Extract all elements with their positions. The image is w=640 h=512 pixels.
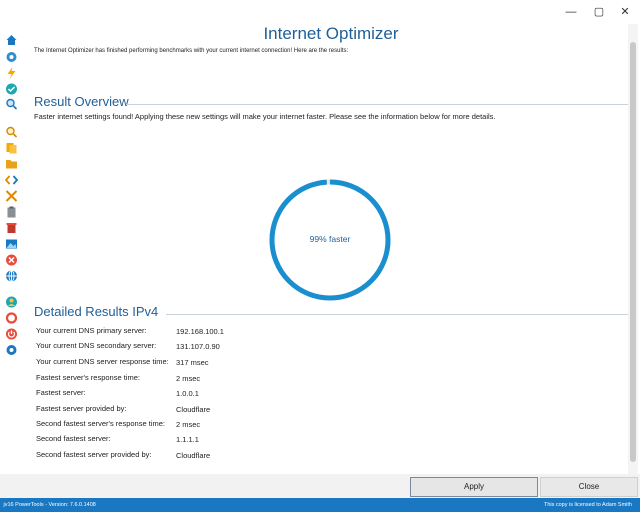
gauge-label: 99% faster bbox=[309, 234, 351, 244]
lifebuoy-icon[interactable] bbox=[5, 312, 18, 324]
close-button[interactable]: Close bbox=[540, 477, 638, 497]
main-content: Internet Optimizer The Internet Optimize… bbox=[26, 24, 636, 474]
globe-icon[interactable] bbox=[5, 270, 18, 282]
maximize-icon[interactable]: ▢ bbox=[588, 0, 610, 24]
power-icon[interactable] bbox=[5, 328, 18, 340]
detail-label: Fastest server's response time: bbox=[36, 373, 140, 382]
image-icon[interactable] bbox=[5, 238, 18, 250]
user-icon[interactable] bbox=[5, 296, 18, 308]
section-divider bbox=[166, 314, 636, 315]
detail-label: Fastest server provided by: bbox=[36, 404, 127, 413]
intro-text: The Internet Optimizer has finished perf… bbox=[34, 48, 349, 54]
detail-value: 2 msec bbox=[176, 374, 201, 383]
gear-icon[interactable] bbox=[5, 344, 18, 356]
delete-icon[interactable] bbox=[5, 222, 18, 234]
version-text: jv16 PowerTools - Version: 7.6.0.1408 bbox=[2, 502, 96, 508]
detail-value: Cloudflare bbox=[176, 451, 211, 460]
detail-label: Second fastest server's response time: bbox=[36, 419, 165, 428]
detail-value: 1.0.0.1 bbox=[176, 389, 199, 398]
detail-value: Cloudflare bbox=[176, 405, 211, 414]
sidebar bbox=[0, 24, 22, 498]
detail-value: 317 msec bbox=[176, 358, 209, 367]
folder-icon[interactable] bbox=[5, 158, 18, 170]
license-text: This copy is licensed to Adam Smith bbox=[543, 502, 632, 508]
documents-icon[interactable] bbox=[5, 142, 18, 154]
home-icon[interactable] bbox=[5, 34, 18, 46]
result-overview-heading: Result Overview bbox=[34, 94, 129, 109]
minimize-icon[interactable]: — bbox=[560, 0, 582, 24]
clipboard-icon[interactable] bbox=[5, 206, 18, 218]
section-divider bbox=[126, 104, 636, 105]
detail-label: Your current DNS server response time: bbox=[36, 357, 169, 366]
page-title: Internet Optimizer bbox=[263, 24, 399, 43]
close-icon[interactable]: ✕ bbox=[614, 0, 636, 24]
result-description: Faster internet settings found! Applying… bbox=[34, 112, 496, 121]
detail-label: Second fastest server: bbox=[36, 434, 111, 443]
detail-label: Fastest server: bbox=[36, 388, 86, 397]
title-bar: — ▢ ✕ bbox=[0, 0, 640, 24]
detail-label: Second fastest server provided by: bbox=[36, 450, 152, 459]
detail-value: 131.107.0.90 bbox=[176, 342, 220, 351]
lightning-icon[interactable] bbox=[5, 67, 18, 79]
cross-arrows-icon[interactable] bbox=[5, 190, 18, 202]
detailed-results-heading: Detailed Results IPv4 bbox=[34, 304, 159, 319]
detail-label: Your current DNS secondary server: bbox=[36, 341, 157, 350]
code-icon[interactable] bbox=[5, 174, 18, 186]
search-icon[interactable] bbox=[5, 98, 18, 110]
search-icon[interactable] bbox=[5, 126, 18, 138]
status-bar: jv16 PowerTools - Version: 7.6.0.1408 Th… bbox=[0, 498, 640, 512]
detail-value: 1.1.1.1 bbox=[176, 435, 199, 444]
scrollbar-thumb[interactable] bbox=[630, 42, 636, 462]
detail-value: 192.168.100.1 bbox=[176, 327, 224, 336]
apply-button[interactable]: Apply bbox=[410, 477, 538, 497]
detail-value: 2 msec bbox=[176, 420, 201, 429]
checkmark-icon[interactable] bbox=[5, 83, 18, 95]
detail-label: Your current DNS primary server: bbox=[36, 326, 147, 335]
block-icon[interactable] bbox=[5, 254, 18, 266]
settings-gear-icon[interactable] bbox=[5, 51, 18, 63]
